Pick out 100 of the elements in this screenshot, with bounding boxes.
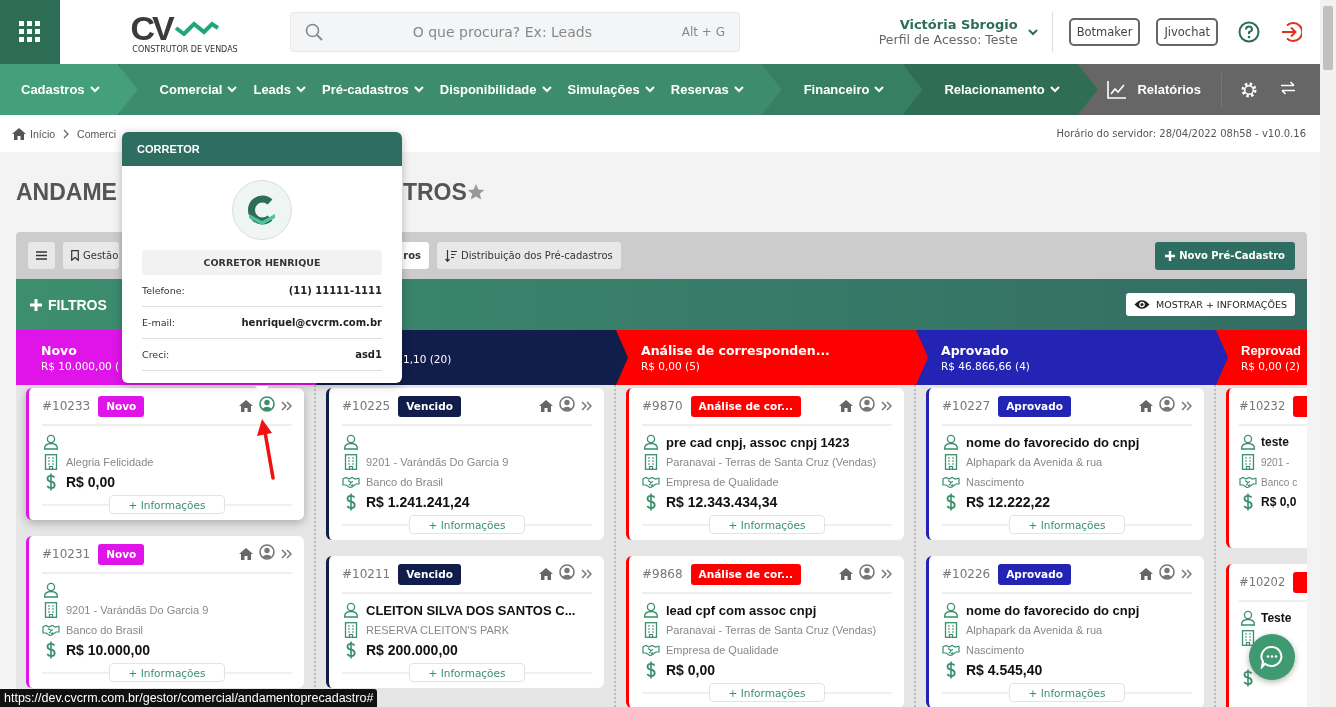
correspondent-name: Nascimento [966, 644, 1025, 656]
nav-menu-item[interactable]: Cadastros [21, 82, 100, 97]
nav-menu-item[interactable]: Disponibilidade [439, 82, 552, 97]
more-info-button[interactable]: + Informações [409, 515, 525, 534]
broker-name: CORRETOR HENRIQUE [142, 250, 382, 275]
person-icon [943, 602, 959, 618]
search-field[interactable]: O que procura? Ex: Leads Alt + G [290, 12, 740, 52]
handshake-icon [642, 644, 660, 656]
more-info-button[interactable]: + Informações [709, 683, 825, 702]
amount: R$ 10.000,00 [66, 642, 151, 658]
chevron-down-icon [1049, 86, 1060, 93]
lead-name: nome do favorecido do cnpj [966, 434, 1140, 450]
amount: R$ 0,00 [666, 662, 716, 678]
dollar-icon [645, 493, 657, 511]
status-url: https://dev.cvcrm.com.br/gestor/comercial/andamentoprecadastro# [0, 689, 378, 707]
stage-total: R$ 46.866,66 (4) [941, 360, 1030, 372]
correspondent-name: Banco c [1261, 476, 1298, 488]
help-icon[interactable] [1238, 21, 1260, 43]
double-chevron-icon[interactable] [581, 401, 592, 411]
handshake-icon [42, 624, 60, 636]
status-badge: Análise de cor... [690, 563, 801, 585]
status-badge: Vencido [398, 395, 461, 417]
grid-icon [19, 21, 41, 43]
more-info-button[interactable]: + Informações [709, 515, 825, 534]
project-name: 9201 - Varándãs Do Garcia 9 [66, 604, 209, 616]
building-icon [343, 622, 359, 638]
person-icon [1240, 610, 1256, 626]
handshake-icon [342, 476, 360, 488]
lead-name: nome do favorecido do cnpj [966, 602, 1140, 618]
nav-menu-item[interactable]: Simulações [567, 82, 655, 97]
user-circle-icon[interactable] [1159, 396, 1175, 412]
project-name: Alegria Felicidade [66, 456, 154, 468]
chat-integration-button[interactable]: Jivochat [1156, 18, 1218, 46]
card-id: #10225 [342, 399, 391, 413]
reports-menu-item[interactable]: Relatórios [1137, 82, 1201, 97]
double-chevron-icon[interactable] [881, 401, 892, 411]
more-info-button[interactable]: + Informações [109, 663, 225, 682]
breadcrumb-link[interactable]: Comerci [77, 127, 117, 140]
status-badge: Aprovado [998, 395, 1071, 417]
chevron-down-icon [296, 86, 307, 93]
building-icon [343, 454, 359, 470]
breadcrumb-link[interactable]: Início [30, 127, 56, 140]
user-circle-icon[interactable] [259, 544, 275, 560]
field-value: henriquel@cvcrm.com.br [241, 317, 382, 328]
user-circle-icon[interactable] [559, 396, 575, 412]
field-value: (11) 11111-1111 [288, 285, 382, 296]
double-chevron-icon[interactable] [1181, 401, 1192, 411]
nav-menu-item[interactable]: Comercial [159, 82, 238, 97]
user-circle-icon[interactable] [559, 564, 575, 580]
more-info-button[interactable]: + Informações [409, 663, 525, 682]
more-info-button[interactable]: + Informações [1009, 683, 1125, 702]
dollar-icon [345, 493, 357, 511]
user-circle-icon[interactable] [859, 396, 875, 412]
filters-toggle[interactable]: FILTROS [30, 296, 107, 313]
lead-name: Teste [1261, 611, 1292, 625]
nav-menu-item[interactable]: Financeiro [803, 82, 885, 97]
person-icon [43, 582, 59, 598]
menu-button[interactable] [28, 242, 55, 269]
dollar-icon [1242, 669, 1254, 687]
distribution-button[interactable]: Distribuição dos Pré-cadastros [437, 242, 621, 269]
more-info-button[interactable]: + Informações [109, 495, 225, 514]
apps-grid-button[interactable] [0, 0, 60, 64]
more-info-button[interactable]: + Informações [1009, 515, 1125, 534]
double-chevron-icon[interactable] [581, 569, 592, 579]
card-id: #10226 [942, 567, 991, 581]
double-chevron-icon[interactable] [281, 401, 292, 411]
chevron-down-icon [541, 86, 552, 93]
user-circle-icon[interactable] [259, 396, 275, 412]
settings-icon[interactable] [1240, 80, 1258, 99]
nav-menu-item[interactable]: Relacionamento [944, 82, 1060, 97]
double-chevron-icon[interactable] [1181, 569, 1192, 579]
server-time: Horário do servidor: 28/04/2022 08h58 - v10.0.16 [1056, 128, 1306, 139]
status-badge: Aprovado [998, 563, 1071, 585]
correspondent-name: Banco do Brasil [66, 624, 144, 636]
chat-integration-button[interactable]: Botmaker [1068, 18, 1141, 46]
view-tab[interactable]: Gestão [63, 242, 120, 269]
new-pre-registration-button[interactable]: Novo Pré-Cadastro [1155, 241, 1295, 270]
user-name[interactable]: Victória Sbrogio [878, 17, 1018, 32]
project-name: Paranavai - Terras de Santa Cruz (Vendas) [666, 624, 877, 636]
stage-title: Reprovad [1241, 343, 1301, 358]
wave-icon [173, 19, 220, 36]
user-circle-icon[interactable] [859, 564, 875, 580]
stage-total: R$ 0,00 (2) [1241, 360, 1300, 372]
nav-menu-item[interactable]: Pré-cadastros [322, 82, 424, 97]
double-chevron-icon[interactable] [881, 569, 892, 579]
field-label: E-mail: [142, 317, 175, 328]
amount: R$ 0,0 [1261, 495, 1297, 509]
handshake-icon [642, 476, 660, 488]
show-more-info-button[interactable]: MOSTRAR + INFORMAÇÕES [1126, 293, 1295, 316]
nav-menu-item[interactable]: Leads [253, 82, 307, 97]
logout-icon[interactable] [1280, 21, 1302, 43]
swap-arrows-icon[interactable] [1280, 80, 1296, 95]
user-circle-icon[interactable] [1159, 564, 1175, 580]
double-chevron-icon[interactable] [281, 549, 292, 559]
chart-icon[interactable] [1107, 80, 1128, 99]
card-id: #10231 [42, 547, 91, 561]
star-icon[interactable] [466, 183, 485, 201]
nav-menu-item[interactable]: Reservas [670, 82, 744, 97]
status-badge: Vencido [398, 563, 461, 585]
menu-icon [36, 251, 47, 260]
